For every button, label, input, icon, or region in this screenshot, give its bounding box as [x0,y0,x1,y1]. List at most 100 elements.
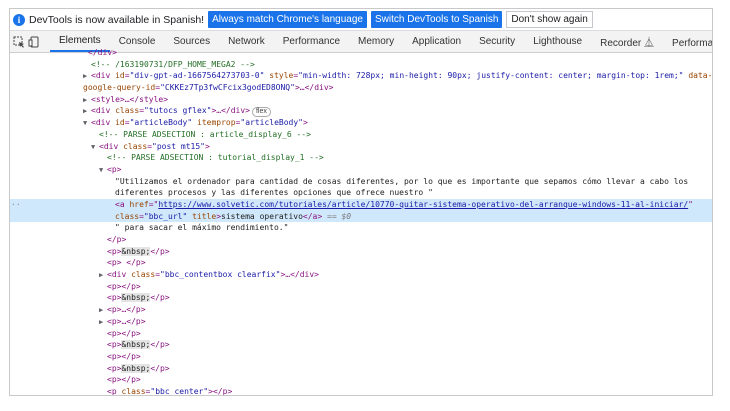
always-match-language-button[interactable]: Always match Chrome's language [208,11,367,28]
entity-text: &nbsp; [121,363,151,373]
text-content: sistema operativo [221,211,303,221]
tree-node[interactable]: ▶ <div id="div-gpt-ad-1667564273703-0" st… [10,70,712,82]
tree-node[interactable]: <p>&nbsp;</p> [10,292,712,304]
tag-text: >…</div> [294,83,334,93]
attr-name: data- [688,71,712,81]
tree-node[interactable]: </div> [10,47,712,59]
tag-text: <p></p> [107,281,141,291]
tree-node[interactable]: ▼ <div class="post mt15"> [10,141,712,153]
tag-text: <p></p> [107,375,141,385]
tag-text: <style>…</style> [91,94,169,104]
more-options-icon[interactable]: ·· [11,199,21,211]
tag-text: <p> [107,340,122,350]
attr-name: id [115,118,125,128]
selected-tree-node[interactable]: ·· <a href="https://www.solvetic.com/tuto… [10,198,712,211]
devtools-window: i DevTools is now available in Spanish! … [9,8,713,396]
tag-text: <a [115,199,130,209]
tag-text: > [205,141,210,151]
href-link[interactable]: https://www.solvetic.com/tutoriales/arti… [158,200,688,209]
attr-value: "post mt15" [152,141,205,151]
tag-text: <p> </p> [107,258,146,268]
expand-arrow-icon[interactable]: ▶ [99,305,107,316]
tag-text: </a> [302,211,323,221]
tree-node-comment[interactable]: <!-- /163190731/DFP_HOME_MEGA2 --> [10,59,712,71]
dont-show-again-button[interactable]: Don't show again [506,11,593,28]
tree-node[interactable]: ▼ <div id="articleBody" itemprop="article… [10,117,712,129]
attr-value: "bbc_center" [150,386,209,396]
attr-value: "articleBody" [129,118,193,128]
tree-node[interactable]: <p></p> [10,281,712,293]
tree-text-node[interactable]: " para sacar el máximo rendimiento." [10,222,712,234]
tree-node-continuation[interactable]: google-query-id="CKKEz7Tp3fwCFcix3godED8… [10,82,712,94]
attr-name: google-query-id [83,83,156,93]
tree-node[interactable]: ▶ <style>…</style> [10,94,712,106]
tree-node-comment[interactable]: <!-- PARSE ADSECTION : article_display_6… [10,129,712,141]
tag-text: >…</div> [280,270,319,280]
attr-name: href [129,199,149,209]
expand-arrow-icon[interactable]: ▶ [83,95,91,106]
entity-text: &nbsp; [121,246,151,256]
tag-text: </p> [107,235,127,244]
tag-text: </div> [88,48,117,57]
language-infobar: i DevTools is now available in Spanish! … [10,9,712,31]
attr-name: id [115,71,125,81]
attr-value: "bbc_contentbox clearfix" [160,270,281,280]
tree-node-close[interactable]: </p> [10,234,712,246]
expand-arrow-icon[interactable]: ▶ [99,317,107,328]
elements-tree: </div> <!-- /163190731/DFP_HOME_MEGA2 --… [10,48,712,396]
expand-arrow-icon[interactable]: ▶ [83,71,91,82]
tag-text: <div [99,141,124,151]
tag-text: <p> [107,246,122,256]
tag-text: <div [91,118,116,128]
tag-text: <div [91,106,116,116]
tag-text: <p>…</p> [107,316,146,326]
tree-node[interactable]: ▶ <p>…</p> [10,316,712,328]
tree-text-node[interactable]: "Utilizamos el ordenador para cantidad d… [10,176,712,188]
switch-to-spanish-button[interactable]: Switch DevTools to Spanish [370,11,503,28]
tag-text: </p> [150,363,170,373]
tag-text: > [303,118,308,128]
attr-name: class [123,141,148,151]
attr-value: "articleBody" [240,118,303,128]
infobar-message: DevTools is now available in Spanish! [29,13,205,26]
attr-name: itemprop [197,118,236,128]
attr-value: "min-width: 728px; min-height: 90px; jus… [298,71,684,81]
tree-node[interactable]: <p>&nbsp;</p> [10,363,712,375]
comment-text: <!-- PARSE ADSECTION : article_display_6… [99,129,311,139]
tag-text: <p> [107,363,122,373]
collapse-arrow-icon[interactable]: ▼ [99,165,107,176]
tree-node[interactable]: <p></p> [10,374,712,386]
tree-text-node[interactable]: diferentes procesos y las diferentes opc… [10,187,712,199]
attr-name: class [131,270,156,280]
tag-text: <p></p> [107,328,141,338]
expand-arrow-icon[interactable]: ▶ [99,270,107,281]
tag-text: <p> [107,164,122,174]
tag-text: <div [91,71,116,81]
tag-text: </p> [150,293,170,303]
collapse-arrow-icon[interactable]: ▼ [83,118,91,129]
entity-text: &nbsp; [121,293,151,303]
tree-node-comment[interactable]: <!-- PARSE ADSECTION : tutorial_display_… [10,152,712,164]
tree-node[interactable]: <p></p> [10,351,712,363]
tree-node[interactable]: ▶ <div class="tutocs gflex">…</div> flex [10,105,712,118]
flex-badge[interactable]: flex [251,107,271,118]
attr-value: "CKKEz7Tp3fwCFcix3godED8ONQ" [160,83,295,93]
selected-tree-node-continuation[interactable]: class="bbc_url" title>sistema operativo<… [10,210,712,223]
tree-node[interactable]: ▼ <p> [10,164,712,176]
comment-text: <!-- /163190731/DFP_HOME_MEGA2 --> [91,59,255,69]
tag-text: </p> [150,340,170,350]
tree-node[interactable]: <p>&nbsp;</p> [10,339,712,351]
expand-arrow-icon[interactable]: ▶ [83,106,91,117]
tree-node[interactable]: <p></p> [10,328,712,340]
attr-value: "tutocs gflex" [144,106,212,116]
tree-node[interactable]: <p>&nbsp;</p> [10,246,712,258]
collapse-arrow-icon[interactable]: ▼ [91,142,99,153]
attr-value: "div-gpt-ad-1667564273703-0" [129,71,265,81]
tree-node[interactable]: ▶ <p>…</p> [10,304,712,316]
tree-node[interactable]: <p class="bbc_center"></p> [10,386,712,396]
info-icon: i [13,13,25,26]
text-content: " para sacar el máximo rendimiento." [115,223,289,233]
tree-node[interactable]: ▶ <div class="bbc_contentbox clearfix">…<… [10,269,712,281]
tree-node[interactable]: <p> </p> [10,257,712,269]
attr-name: class [121,386,146,396]
